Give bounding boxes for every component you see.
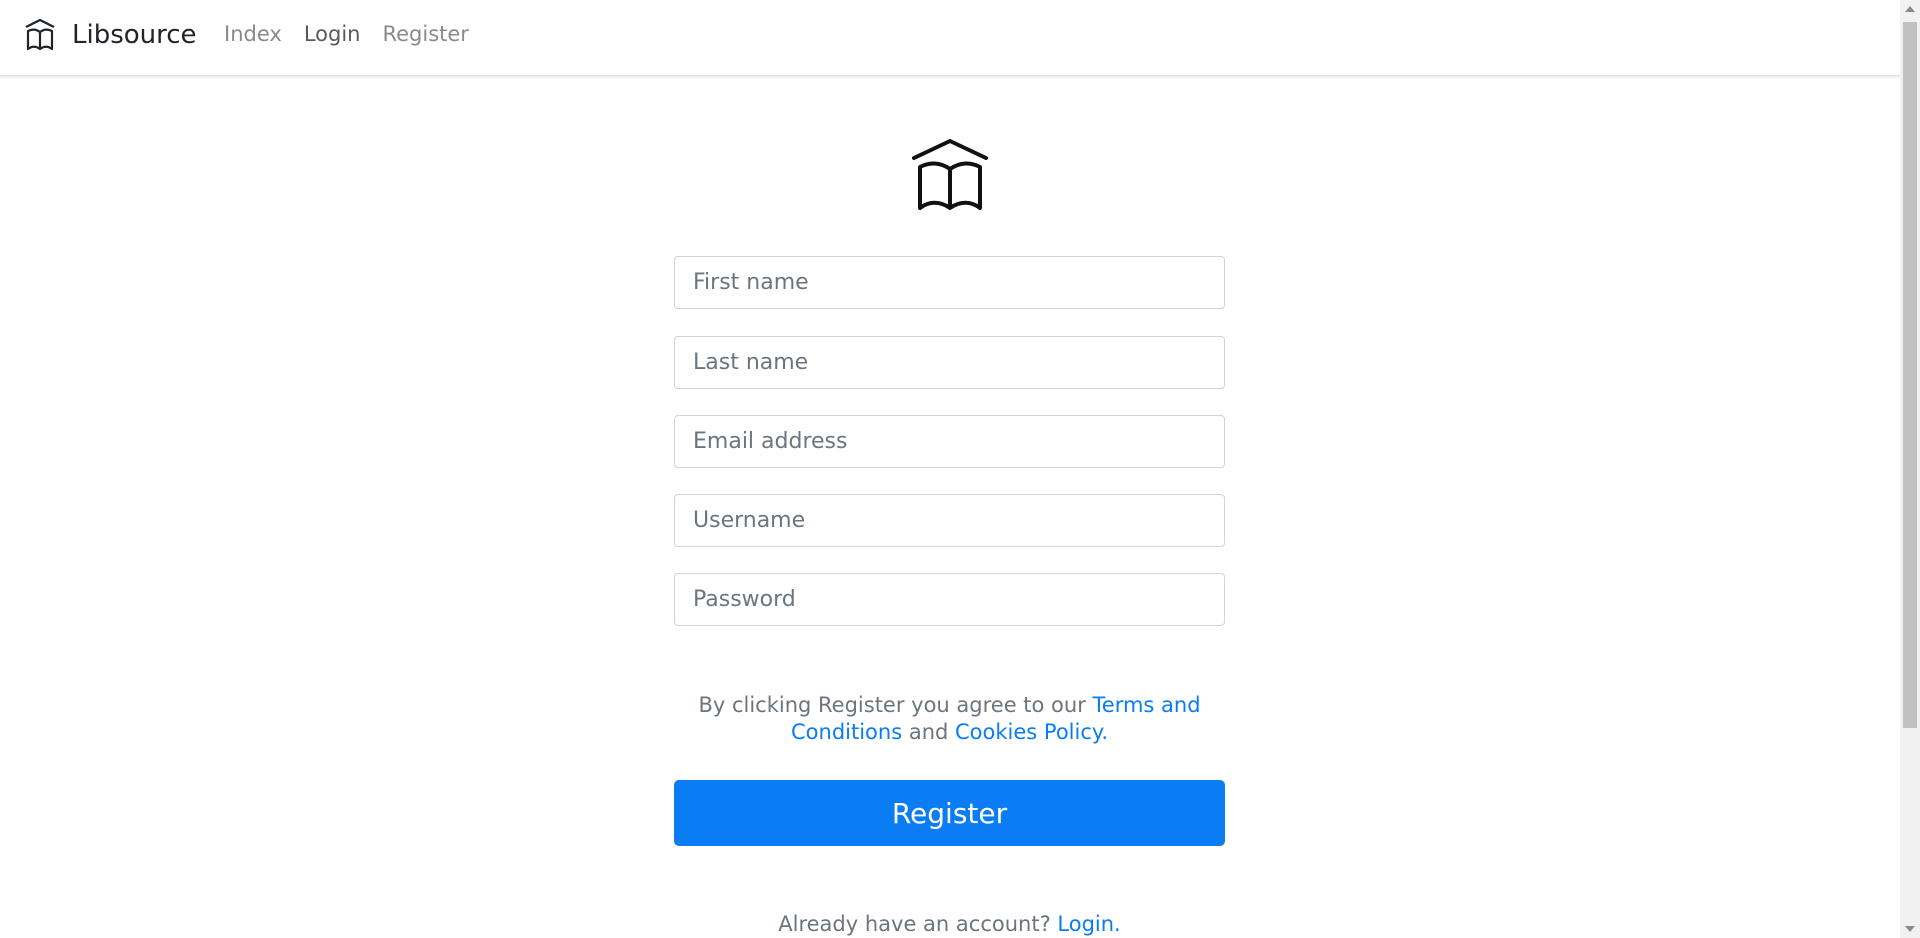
- brand-name: Libsource: [72, 20, 197, 50]
- terms-middle: and: [902, 720, 956, 744]
- cookies-policy-link[interactable]: Cookies Policy.: [955, 720, 1108, 744]
- terms-prefix: By clicking Register you agree to our: [698, 693, 1093, 717]
- nav-link-index[interactable]: Index: [224, 22, 282, 46]
- nav-link-register[interactable]: Register: [382, 22, 468, 46]
- login-prompt: Already have an account? Login.: [674, 912, 1225, 936]
- last-name-input[interactable]: [674, 336, 1225, 389]
- scroll-down-arrow-icon[interactable]: [1905, 926, 1915, 932]
- open-book-house-icon: [25, 18, 55, 51]
- nav-link-login[interactable]: Login: [304, 22, 361, 46]
- terms-notice: By clicking Register you agree to our Te…: [674, 692, 1225, 746]
- scroll-up-arrow-icon[interactable]: [1905, 6, 1915, 12]
- register-button[interactable]: Register: [674, 780, 1225, 846]
- username-input[interactable]: [674, 494, 1225, 547]
- open-book-house-icon: [912, 139, 988, 210]
- page-scrollbar[interactable]: [1900, 0, 1920, 938]
- password-input[interactable]: [674, 573, 1225, 626]
- email-input[interactable]: [674, 415, 1225, 468]
- login-prompt-text: Already have an account?: [778, 912, 1058, 936]
- nav-links: Index Login Register: [224, 22, 491, 46]
- login-link[interactable]: Login.: [1057, 912, 1120, 936]
- navbar: Libsource Index Login Register: [0, 0, 1900, 76]
- brand-link[interactable]: Libsource: [24, 18, 197, 52]
- first-name-input[interactable]: [674, 256, 1225, 309]
- scrollbar-thumb[interactable]: [1903, 22, 1917, 728]
